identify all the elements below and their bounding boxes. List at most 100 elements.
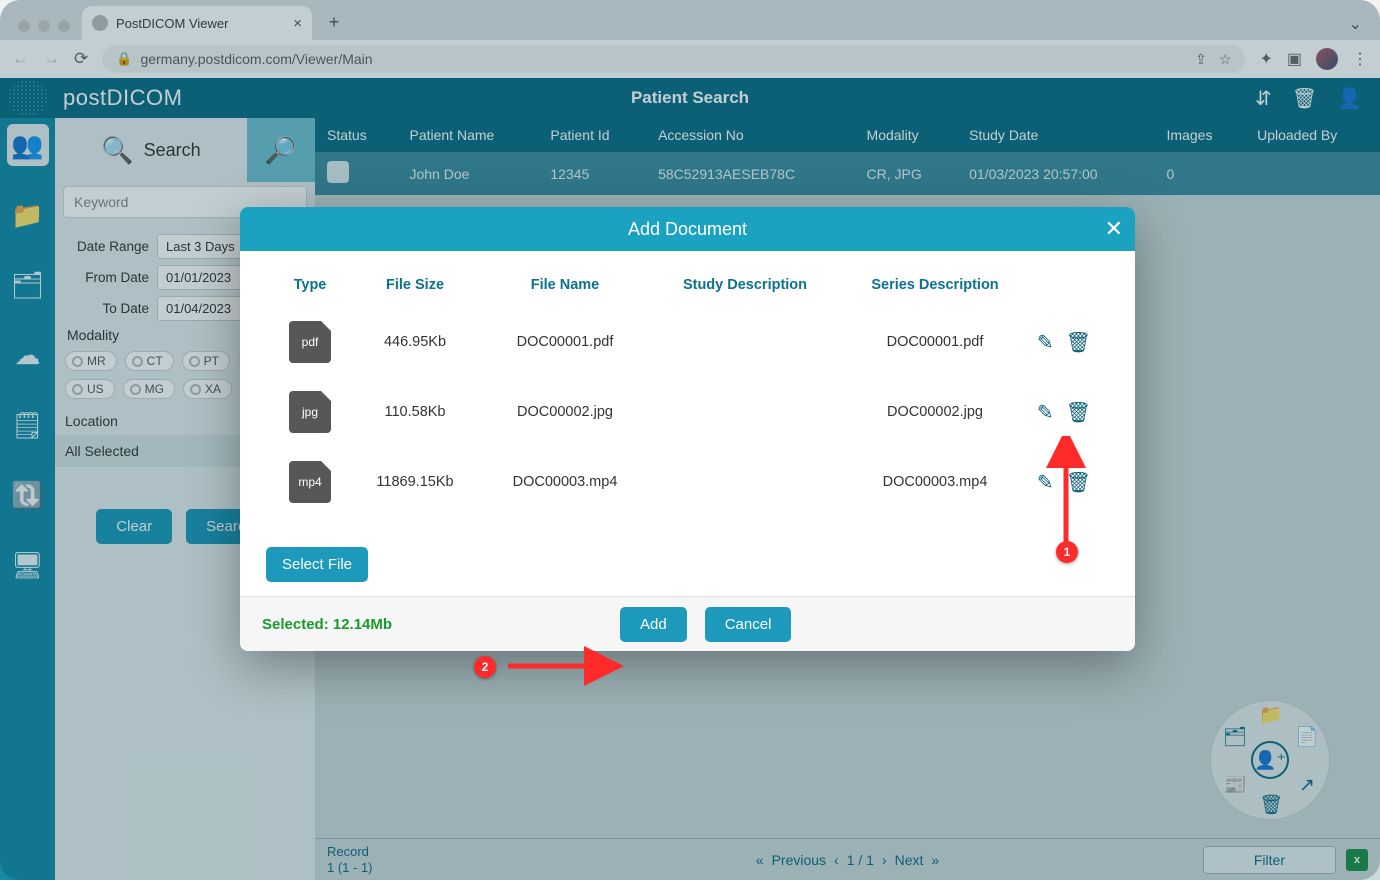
cell-patient-id: 12345 [538,152,646,195]
col-header[interactable]: Status [315,118,397,152]
first-page-icon[interactable]: « [756,852,764,868]
reload-icon[interactable]: ⟳ [74,49,88,69]
close-tab-icon[interactable]: × [293,15,302,32]
forward-icon[interactable]: → [43,49,60,69]
fab-add-patient-icon[interactable]: 👤⁺ [1251,741,1289,779]
cell-study-desc [650,447,840,517]
add-button[interactable]: Add [620,607,687,642]
col-header[interactable]: Modality [855,118,958,152]
close-icon[interactable]: ✕ [1105,216,1123,242]
fab-add-folder-icon[interactable]: 🗂 [1223,725,1247,749]
modality-pill-mg[interactable]: MG [123,379,175,399]
rail-cards-icon[interactable]: 🗂 [7,264,49,306]
document-table: TypeFile SizeFile NameStudy DescriptionS… [270,269,1105,517]
rail-devices-icon[interactable]: 🖥 [7,544,49,586]
document-row: pdf446.95KbDOC00001.pdfDOC00001.pdf✎🗑 [270,307,1105,377]
excel-export-icon[interactable]: x [1346,849,1368,871]
modality-pill-pt[interactable]: PT [182,351,230,371]
col-header[interactable]: Study Date [957,118,1154,152]
next-icon[interactable]: › [882,852,887,868]
tabs-dropdown-icon[interactable]: ⌄ [1349,14,1362,34]
share-icon[interactable]: ⇪ [1195,51,1207,68]
trash-icon[interactable]: 🗑 [1292,86,1317,111]
modal-col-header: Series Description [840,269,1030,307]
results-table: StatusPatient NamePatient IdAccession No… [315,118,1380,195]
radial-menu: 👤⁺ 📁 🗂 📄 📰 ↗ 🗑 [1210,700,1330,820]
modal-col-header: Type [270,269,350,307]
annotation-badge-2: 2 [474,656,496,678]
cell-images: 0 [1155,152,1246,195]
window-controls [10,20,82,40]
delete-icon[interactable]: 🗑 [1066,330,1091,355]
clear-button[interactable]: Clear [96,509,172,544]
col-header[interactable]: Uploaded By [1245,118,1380,152]
profile-avatar[interactable] [1316,48,1338,70]
modal-col-header: File Name [480,269,650,307]
cancel-button[interactable]: Cancel [705,607,792,642]
date-range-label: Date Range [65,239,149,254]
star-icon[interactable]: ☆ [1219,51,1232,68]
modality-pill-ct[interactable]: CT [125,351,174,371]
last-page-icon[interactable]: » [931,852,939,868]
file-type-icon: jpg [289,391,331,433]
search-tab-label: Search [144,140,201,161]
brand-logo-icon [8,80,48,116]
delete-icon[interactable]: 🗑 [1066,400,1091,425]
app-header: postDICOM Patient Search ⇵ 🗑 👤 [0,78,1380,118]
address-bar[interactable]: 🔒 germany.postdicom.com/Viewer/Main ⇪ ☆ [102,45,1245,73]
left-rail: 👥 📁 🗂 ☁ 🗒 🔃 🖥 [0,118,55,880]
user-icon[interactable]: 👤 [1337,86,1362,111]
cell-study-desc [650,377,840,447]
new-tab-button[interactable]: + [320,8,348,36]
cell-file-size: 11869.15Kb [350,447,480,517]
rail-upload-icon[interactable]: ☁ [7,334,49,376]
extensions-icon[interactable]: ✦ [1259,49,1272,69]
prev-icon[interactable]: ‹ [834,852,839,868]
cell-file-name: DOC00001.pdf [480,307,650,377]
back-icon[interactable]: ← [12,49,29,69]
fab-folder-icon[interactable]: 📁 [1259,703,1283,727]
col-header[interactable]: Accession No [646,118,854,152]
kebab-menu-icon[interactable]: ⋮ [1352,49,1368,69]
cell-file-name: DOC00002.jpg [480,377,650,447]
sort-icon[interactable]: ⇵ [1255,86,1272,111]
col-header[interactable]: Patient Name [397,118,538,152]
rail-patients-icon[interactable]: 👥 [7,124,49,166]
modality-pill-mr[interactable]: MR [65,351,117,371]
fab-trash-icon[interactable]: 🗑 [1259,793,1283,817]
rail-folder-icon[interactable]: 📁 [7,194,49,236]
footer-bar: Record 1 (1 - 1) « Previous ‹ 1 / 1 › Ne… [315,838,1380,880]
rail-sync-icon[interactable]: 🔃 [7,474,49,516]
prev-page[interactable]: Previous [772,852,826,868]
selected-size-label: Selected: 12.14Mb [262,616,392,633]
select-file-button[interactable]: Select File [266,547,368,582]
col-header[interactable]: Patient Id [538,118,646,152]
search-tab[interactable]: 🔍 Search [55,118,247,182]
filter-button[interactable]: Filter [1203,846,1336,874]
panel-icon[interactable]: ▣ [1287,49,1302,69]
status-icon [327,161,349,183]
cell-series-desc: DOC00003.mp4 [840,447,1030,517]
fab-doc-icon[interactable]: 📄 [1295,725,1319,749]
fab-share-icon[interactable]: ↗ [1295,773,1319,797]
rail-list-search-icon[interactable]: 🗒 [7,404,49,446]
cell-study-desc [650,307,840,377]
col-header[interactable]: Images [1155,118,1246,152]
cell-series-desc: DOC00002.jpg [840,377,1030,447]
table-row[interactable]: John Doe 12345 58C52913AESEB78C CR, JPG … [315,152,1380,195]
advanced-search-tab[interactable]: 🔎 [247,118,315,182]
lock-icon: 🔒 [116,51,132,67]
edit-icon[interactable]: ✎ [1037,400,1054,425]
edit-icon[interactable]: ✎ [1037,330,1054,355]
cell-uploaded-by [1245,152,1380,195]
modality-pill-xa[interactable]: XA [183,379,232,399]
modal-title: Add Document [628,219,747,240]
page-indicator: 1 / 1 [847,852,874,868]
annotation-badge-1: 1 [1056,541,1078,563]
file-type-icon: mp4 [289,461,331,503]
browser-tab[interactable]: PostDICOM Viewer × [82,6,312,40]
fab-report-icon[interactable]: 📰 [1223,773,1247,797]
modality-pill-us[interactable]: US [65,379,115,399]
page-title: Patient Search [631,88,749,108]
next-page[interactable]: Next [895,852,924,868]
